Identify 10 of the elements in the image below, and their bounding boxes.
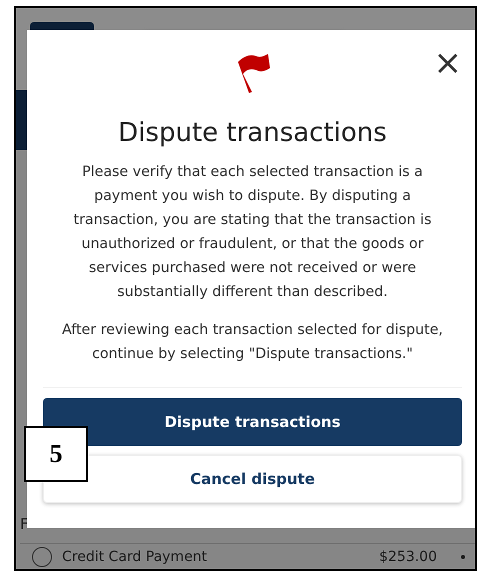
dot-icon [461,555,465,559]
step-number-tooltip: 5 [24,426,88,482]
dialog-text: After reviewing each transaction selected for dispute, continue by selecting "Dispute transactions." [61,321,444,364]
circle-icon [32,547,52,567]
close-button[interactable]: × [430,48,466,78]
transaction-name: Credit Card Payment [62,549,208,565]
dialog-title: Dispute transactions [118,118,387,148]
dispute-button[interactable]: Dispute transactions [43,398,462,446]
dialog-text: Please verify that each selected transaction is a payment you wish to dispute. By disputing a transaction, you are stating that the transaction is unauthorized or fraudulent, or that the goods or services purchased were not received or were substantially different than described. [72,163,432,302]
transaction-amount: $253.00 [379,549,437,565]
